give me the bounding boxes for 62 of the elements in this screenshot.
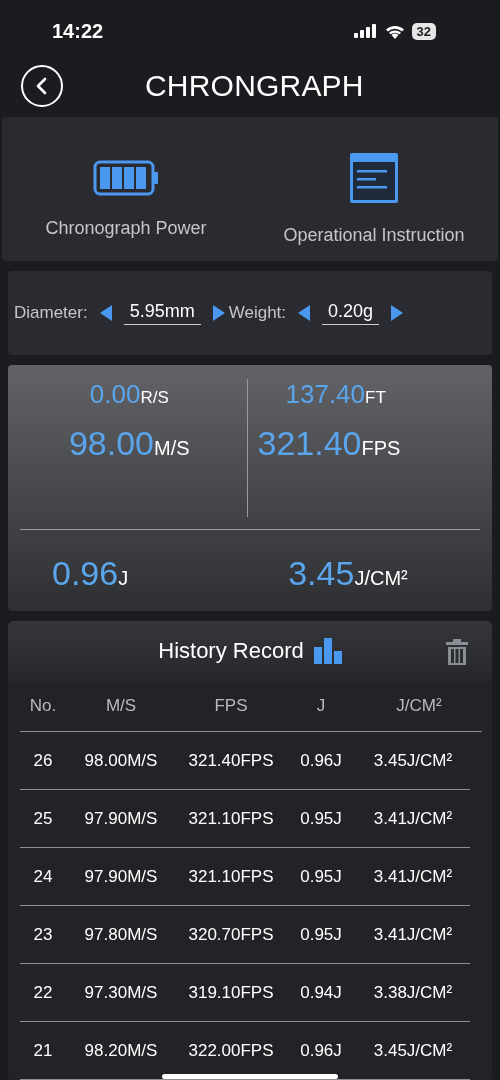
reading-value: 0.00R/S <box>89 379 169 410</box>
table-cell-text: 21 <box>32 1040 54 1061</box>
signal-icon <box>353 24 378 38</box>
decrease-arrow-icon[interactable] <box>99 305 112 321</box>
column-header: FPS <box>213 696 249 716</box>
column-header: J/CM² <box>395 696 443 716</box>
table-cell-text: 3.45J/CM² <box>372 750 454 771</box>
column-header: M/S <box>104 696 138 716</box>
table-cell-text: 97.30M/S <box>83 982 159 1003</box>
status-time: 14:22 <box>52 19 104 43</box>
reading-value: 137.40FT <box>285 379 387 410</box>
table-cell-text: 3.41J/CM² <box>372 866 454 887</box>
column-header: No. <box>28 696 58 716</box>
wifi-icon <box>384 23 405 39</box>
document-icon <box>350 152 398 203</box>
column-header: J <box>315 696 327 716</box>
setting-label: Diameter: <box>14 303 88 323</box>
table-cell-text: 3.45J/CM² <box>372 1040 454 1061</box>
bar-chart-icon[interactable] <box>313 638 342 664</box>
table-cell-text: 319.10FPS <box>187 982 275 1003</box>
delete-icon[interactable] <box>446 639 468 665</box>
increase-arrow-icon[interactable] <box>391 305 404 321</box>
table-cell-text: 97.90M/S <box>83 808 159 829</box>
decrease-arrow-icon[interactable] <box>298 305 311 321</box>
battery-icon <box>93 159 159 196</box>
setting-label: Weight: <box>228 303 287 323</box>
back-button[interactable] <box>21 65 63 107</box>
reading-value: 3.45J/CM² <box>288 554 408 593</box>
table-cell-text: 24 <box>32 866 54 887</box>
instruction-tile[interactable]: Operational Instruction <box>250 117 498 261</box>
reading-value: 98.00M/S <box>68 424 190 463</box>
table-cell-text: 3.41J/CM² <box>372 924 454 945</box>
history-title: History Record <box>158 638 304 664</box>
battery-indicator: 32 <box>411 22 436 40</box>
table-cell-text: 0.95J <box>299 808 343 829</box>
table-cell-text: 0.96J <box>299 1040 343 1061</box>
table-cell-text: 97.90M/S <box>83 866 159 887</box>
table-cell-text: 3.38J/CM² <box>372 982 454 1003</box>
setting-value-field[interactable]: 5.95mm <box>123 301 201 325</box>
table-cell-text: 321.10FPS <box>187 866 275 887</box>
table-cell-text: 0.95J <box>299 924 343 945</box>
table-cell-text: 321.40FPS <box>187 750 275 771</box>
table-cell-text: 0.96J <box>299 750 343 771</box>
table-cell-text: 320.70FPS <box>187 924 275 945</box>
table-cell-text: 322.00FPS <box>187 1040 275 1061</box>
page-title: CHRONGRAPH <box>145 69 364 103</box>
table-cell-text: 26 <box>32 750 54 771</box>
power-tile[interactable]: Chronograph Power <box>2 117 250 261</box>
setting-value-field[interactable]: 0.20g <box>322 301 380 325</box>
table-cell-text: 321.10FPS <box>187 808 275 829</box>
table-cell-text: 97.80M/S <box>83 924 159 945</box>
table-cell-text: 25 <box>32 808 54 829</box>
increase-arrow-icon[interactable] <box>212 305 225 321</box>
reading-value: 321.40FPS <box>257 424 402 463</box>
table-cell-text: 0.95J <box>299 866 343 887</box>
table-cell-text: 98.20M/S <box>83 1040 159 1061</box>
table-cell-text: 0.94J <box>299 982 343 1003</box>
reading-value: 0.96J <box>52 554 129 593</box>
table-cell-text: 23 <box>32 924 54 945</box>
table-cell-text: 22 <box>32 982 54 1003</box>
table-cell-text: 3.41J/CM² <box>372 808 454 829</box>
table-cell-text: 98.00M/S <box>83 750 159 771</box>
